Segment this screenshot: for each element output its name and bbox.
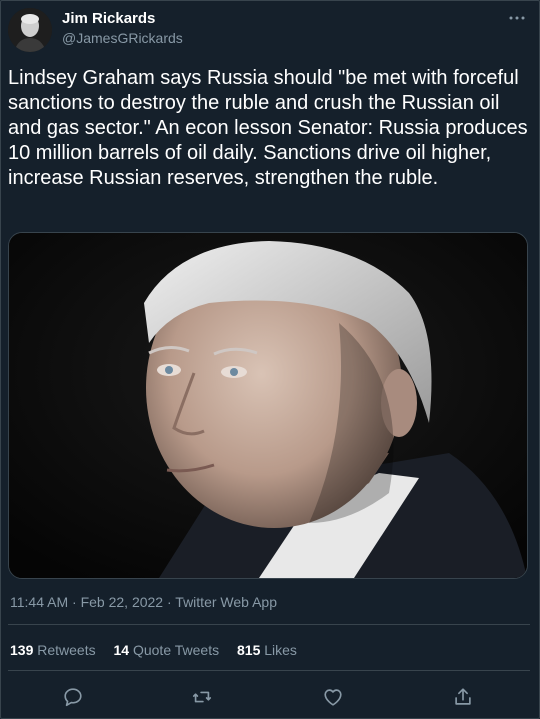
tweet-actions xyxy=(0,682,540,712)
divider xyxy=(8,670,530,671)
meta-separator: · xyxy=(166,594,172,610)
likes-label: Likes xyxy=(264,642,297,658)
share-icon xyxy=(455,688,471,705)
author-handle: @JamesGRickards xyxy=(62,30,183,46)
heart-icon xyxy=(324,689,342,706)
retweets-label: Retweets xyxy=(37,642,96,658)
tweet-text: Lindsey Graham says Russia should "be me… xyxy=(8,67,534,189)
meta-separator: · xyxy=(72,594,77,610)
likes-stat[interactable]: 815 Likes xyxy=(237,642,297,658)
quote-tweets-stat[interactable]: 14 Quote Tweets xyxy=(114,642,220,658)
reply-icon xyxy=(64,688,82,707)
likes-count: 815 xyxy=(237,642,261,658)
retweets-stat[interactable]: 139 Retweets xyxy=(10,642,96,658)
retweet-button[interactable] xyxy=(187,682,217,712)
tweet-meta: 11:44 AM · Feb 22, 2022 · Twitter Web Ap… xyxy=(10,594,277,610)
tweet-date[interactable]: Feb 22, 2022 xyxy=(81,594,164,610)
retweet-icon xyxy=(192,691,212,703)
more-horizontal-icon[interactable] xyxy=(508,12,526,26)
avatar[interactable] xyxy=(8,8,52,52)
quote-tweets-label: Quote Tweets xyxy=(132,642,220,658)
tweet-time[interactable]: 11:44 AM xyxy=(10,594,68,610)
author-name[interactable]: Jim Rickards xyxy=(62,10,155,27)
like-button[interactable] xyxy=(318,682,348,712)
tweet-stats: 139 Retweets 14 Quote Tweets 815 Likes xyxy=(10,642,311,658)
divider xyxy=(8,624,530,625)
quote-tweets-count: 14 xyxy=(113,642,130,658)
reply-button[interactable] xyxy=(58,682,88,712)
share-button[interactable] xyxy=(448,682,478,712)
tweet-photo[interactable] xyxy=(8,232,528,579)
tweet-source-app[interactable]: Twitter Web App xyxy=(175,594,277,610)
retweets-count: 139 xyxy=(10,642,34,658)
